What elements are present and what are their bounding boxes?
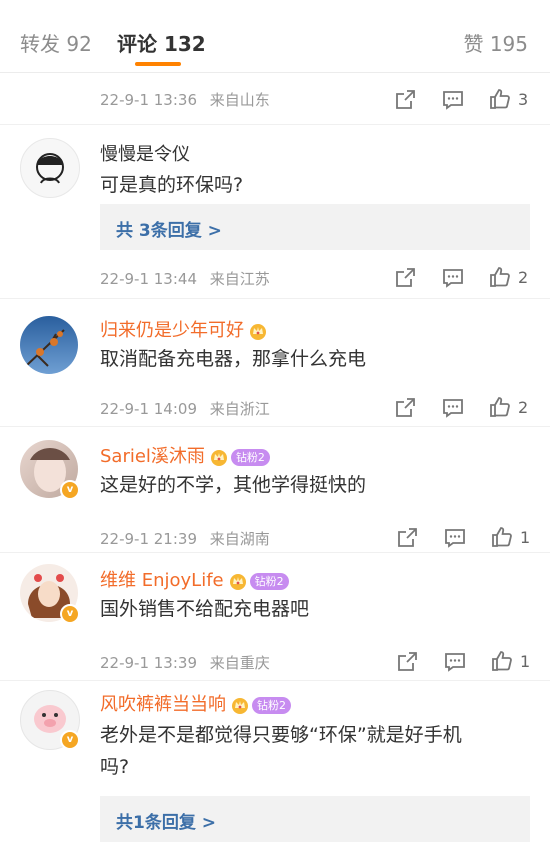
like-count: 3 [518,90,529,109]
like-count: 1 [520,528,531,547]
tab-repost[interactable]: 转发 92 [20,28,92,57]
crown-icon [248,322,268,340]
share-icon[interactable] [393,88,417,112]
comment-text: 这是好的不学，其他学得挺快的 [100,474,367,496]
comment-location: 来自湖南 [209,530,270,548]
username[interactable]: 维维 EnjoyLife 钻粉2 [100,566,289,592]
comment-list[interactable]: 22-9-1 13:36 来自山东 3 慢慢是令仪 可是真的环保吗? 共 3条回… [0,72,550,854]
share-icon[interactable] [393,396,417,420]
comment-text-continued: 吗? [100,756,130,778]
comment-text: 取消配备充电器，那拿什么充电 [100,348,367,370]
avatar[interactable] [20,138,80,198]
like-count: 2 [518,398,529,417]
comment-location: 来自重庆 [209,654,270,672]
comment-icon[interactable] [441,266,465,290]
comment-date: 22-9-1 14:09 [100,400,197,418]
username[interactable]: 归来仍是少年可好 [100,316,268,342]
username-text: 维维 EnjoyLife [100,570,224,591]
username-text: 风吹裤裤当当响 [100,694,226,715]
divider [0,680,550,681]
username[interactable]: 风吹裤裤当当响 钻粉2 [100,690,291,716]
avatar[interactable] [20,316,78,374]
comment-icon[interactable] [441,88,465,112]
comment-meta: 22-9-1 13:36 来自山东 [100,89,270,110]
comment-meta: 22-9-1 13:39 来自重庆 [100,652,270,673]
divider [0,298,550,299]
comment-location: 来自江苏 [209,270,270,288]
view-replies-link[interactable]: 共 3条回复 > [116,216,222,241]
tab-comments[interactable]: 评论 132 [117,28,206,57]
comment-text: 老外是不是都觉得只要够“环保”就是好手机 [100,724,462,746]
comment-date: 22-9-1 13:39 [100,654,197,672]
thumbs-up-icon[interactable] [488,395,512,419]
share-icon[interactable] [395,526,419,550]
share-icon[interactable] [395,650,419,674]
tab-bar: 转发 92 评论 132 赞 195 [0,0,550,73]
comment-date: 22-9-1 13:36 [100,91,197,109]
crown-icon [209,448,229,466]
tab-likes[interactable]: 赞 195 [463,28,528,57]
divider [0,426,550,427]
thumbs-up-icon[interactable] [490,525,514,549]
comment-meta: 22-9-1 13:44 来自江苏 [100,268,270,289]
comment-text: 国外销售不给配充电器吧 [100,598,310,620]
username-text: 归来仍是少年可好 [100,320,244,341]
comment-date: 22-9-1 13:44 [100,270,197,288]
verified-badge-icon: v [60,604,80,624]
active-tab-indicator [135,62,181,66]
comment-icon[interactable] [443,526,467,550]
fan-badge: 钻粉2 [252,696,291,714]
comment-icon[interactable] [443,650,467,674]
fan-badge: 钻粉2 [249,572,289,590]
username[interactable]: 慢慢是令仪 [100,140,190,166]
reply-box[interactable]: 共1条回复 > [100,796,530,842]
thumbs-up-icon[interactable] [488,265,512,289]
comment-date: 22-9-1 21:39 [100,530,197,548]
divider [0,124,550,125]
reply-box[interactable]: 共 3条回复 > [100,204,530,250]
username-text: Sariel溪沐雨 [100,446,205,467]
comment-meta: 22-9-1 14:09 来自浙江 [100,398,270,419]
comment-location: 来自山东 [209,91,270,109]
divider [0,552,550,553]
verified-badge-icon: v [60,730,80,750]
username[interactable]: Sariel溪沐雨 钻粉2 [100,442,270,468]
comment-text: 可是真的环保吗? [100,174,244,196]
like-count: 2 [518,268,529,287]
fan-badge: 钻粉2 [230,448,270,466]
like-count: 1 [520,652,531,671]
crown-icon [230,696,250,714]
comment-meta: 22-9-1 21:39 来自湖南 [100,528,270,549]
verified-badge-icon: v [60,480,80,500]
comment-icon[interactable] [441,396,465,420]
comment-location: 来自浙江 [209,400,270,418]
thumbs-up-icon[interactable] [488,87,512,111]
view-replies-link[interactable]: 共1条回复 > [116,808,216,833]
share-icon[interactable] [393,266,417,290]
crown-icon [228,572,248,590]
thumbs-up-icon[interactable] [490,649,514,673]
